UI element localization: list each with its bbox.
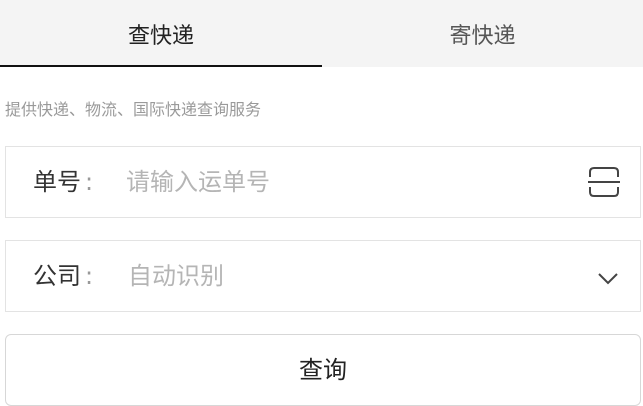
courier-company-select[interactable]: 自动识别 [128,241,224,311]
tab-send-express-label: 寄快递 [449,23,516,49]
courier-company-field[interactable]: 公司 : 自动识别 [5,240,641,312]
tab-query-express-label: 查快递 [127,23,194,49]
scan-icon[interactable] [588,166,620,198]
tracking-number-colon: : [85,168,94,196]
tracking-number-input[interactable] [126,161,566,203]
courier-company-colon: : [85,262,94,290]
query-button[interactable]: 查询 [5,334,641,406]
tab-query-express[interactable]: 查快递 [0,0,322,67]
tracking-number-field: 单号 : [5,146,641,218]
tab-send-express[interactable]: 寄快递 [322,0,643,67]
service-description: 提供快递、物流、国际快递查询服务 [5,100,262,119]
courier-company-label: 公司 [33,262,81,290]
tracking-number-label: 单号 [33,168,81,196]
active-tab-indicator [0,65,322,67]
tab-bar: 查快递 寄快递 [0,0,643,67]
chevron-down-icon[interactable] [596,266,620,290]
